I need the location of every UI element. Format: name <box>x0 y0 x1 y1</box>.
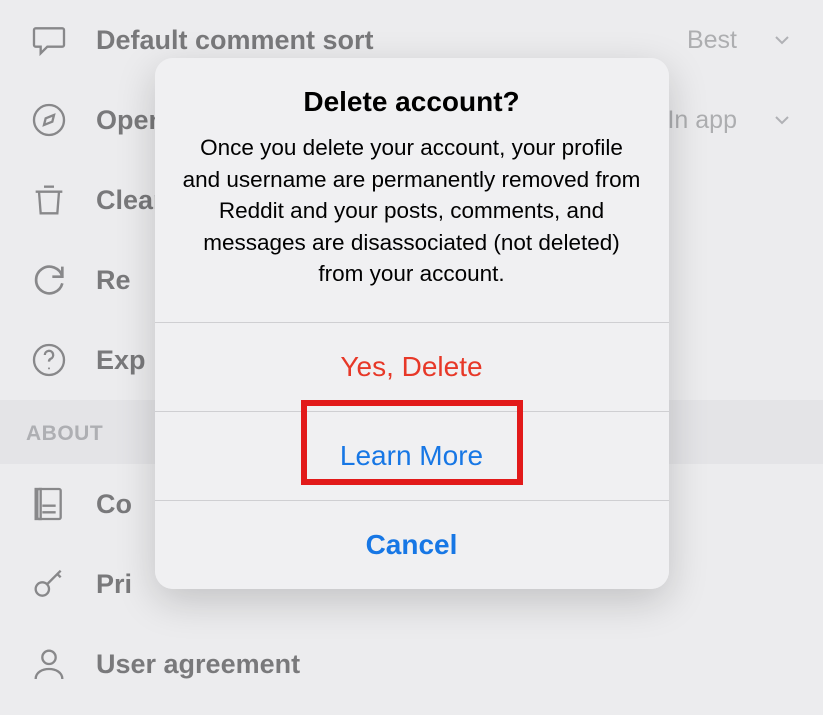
row-label: Default comment sort <box>96 25 663 56</box>
trash-icon <box>26 177 72 223</box>
cancel-button[interactable]: Cancel <box>155 500 669 589</box>
row-label: User agreement <box>96 649 797 680</box>
refresh-icon <box>26 257 72 303</box>
question-circle-icon <box>26 337 72 383</box>
document-icon <box>26 481 72 527</box>
row-user-agreement[interactable]: User agreement <box>0 624 823 704</box>
delete-account-dialog: Delete account? Once you delete your acc… <box>155 58 669 589</box>
key-icon <box>26 561 72 607</box>
dialog-title: Delete account? <box>179 86 645 118</box>
dialog-message: Once you delete your account, your profi… <box>179 132 645 290</box>
comment-icon <box>26 17 72 63</box>
yes-delete-button[interactable]: Yes, Delete <box>155 322 669 411</box>
chevron-down-icon <box>767 105 797 135</box>
user-icon <box>26 641 72 687</box>
learn-more-button[interactable]: Learn More <box>155 411 669 500</box>
dialog-body: Delete account? Once you delete your acc… <box>155 58 669 322</box>
chevron-down-icon <box>767 25 797 55</box>
row-value: Best <box>687 26 737 55</box>
compass-icon <box>26 97 72 143</box>
row-value: In app <box>667 106 737 135</box>
